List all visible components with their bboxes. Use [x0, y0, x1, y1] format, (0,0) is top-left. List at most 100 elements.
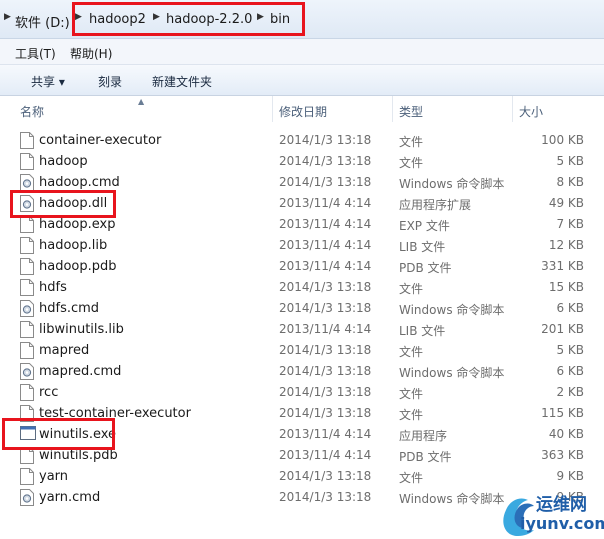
blank-file-icon [20, 447, 34, 464]
breadcrumb-arrow-icon[interactable]: ▶ [153, 12, 160, 22]
file-row[interactable]: hadoop.lib 2013/11/4 4:14 LIB 文件 12 KB [0, 235, 604, 256]
file-row[interactable]: test-container-executor 2014/1/3 13:18 文件 1… [0, 403, 604, 424]
file-row[interactable]: yarn 2014/1/3 13:18 文件 9 KB [0, 466, 604, 487]
file-type: Windows 命令脚本 [399, 492, 505, 506]
blank-file-icon [20, 216, 34, 233]
menu-help[interactable]: 帮助(H) [70, 45, 112, 62]
file-name: mapred.cmd [39, 364, 122, 379]
file-size: 15 KB [548, 280, 584, 294]
file-modified-date: 2013/11/4 4:14 [279, 427, 372, 441]
file-size: 6 KB [556, 364, 584, 378]
file-modified-date: 2014/1/3 13:18 [279, 280, 372, 294]
file-name: hdfs [39, 280, 67, 295]
file-modified-date: 2014/1/3 13:18 [279, 490, 372, 504]
file-name: mapred [39, 343, 90, 358]
column-header-size[interactable]: 大小 [519, 103, 543, 120]
file-name: hadoop.dll [39, 196, 108, 211]
blank-file-icon [20, 258, 34, 275]
file-type: 文件 [399, 471, 424, 485]
file-row[interactable]: mapred.cmd 2014/1/3 13:18 Windows 命令脚本 6 KB [0, 361, 604, 382]
file-type: LIB 文件 [399, 240, 446, 254]
file-type: Windows 命令脚本 [399, 303, 505, 317]
column-divider[interactable] [392, 96, 393, 122]
column-header-date[interactable]: 修改日期 [279, 103, 327, 120]
file-modified-date: 2013/11/4 4:14 [279, 217, 372, 231]
file-row[interactable]: hadoop.pdb 2013/11/4 4:14 PDB 文件 331 KB [0, 256, 604, 277]
file-modified-date: 2013/11/4 4:14 [279, 448, 372, 462]
blank-file-icon [20, 279, 34, 296]
cmd-script-icon [20, 300, 34, 317]
file-row[interactable]: hadoop 2014/1/3 13:18 文件 5 KB [0, 151, 604, 172]
file-modified-date: 2014/1/3 13:18 [279, 406, 372, 420]
file-row[interactable]: hadoop.exp 2013/11/4 4:14 EXP 文件 7 KB [0, 214, 604, 235]
file-modified-date: 2014/1/3 13:18 [279, 175, 372, 189]
file-type: 应用程序 [399, 429, 448, 443]
breadcrumb-drive[interactable]: 软件 (D:) [15, 12, 70, 31]
column-divider[interactable] [512, 96, 513, 122]
file-row[interactable]: winutils.pdb 2013/11/4 4:14 PDB 文件 363 KB [0, 445, 604, 466]
file-name: yarn.cmd [39, 490, 101, 505]
file-name: libwinutils.lib [39, 322, 124, 337]
blank-file-icon [20, 342, 34, 359]
file-name: rcc [39, 385, 59, 400]
column-header-name[interactable]: 名称 [20, 103, 44, 120]
file-size: 115 KB [541, 406, 584, 420]
blank-file-icon [20, 153, 34, 170]
file-name: hadoop.lib [39, 238, 108, 253]
address-bar[interactable]: ▶ 软件 (D:) ▶ hadoop2 ▶ hadoop-2.2.0 ▶ bin [0, 0, 604, 39]
file-type: 文件 [399, 135, 424, 149]
column-header-type[interactable]: 类型 [399, 103, 423, 120]
file-modified-date: 2014/1/3 13:18 [279, 385, 372, 399]
file-modified-date: 2014/1/3 13:18 [279, 301, 372, 315]
file-modified-date: 2014/1/3 13:18 [279, 133, 372, 147]
file-modified-date: 2014/1/3 13:18 [279, 154, 372, 168]
cmd-script-icon [20, 489, 34, 506]
column-headers: 名称 修改日期 类型 大小 [0, 96, 604, 122]
file-row[interactable]: rcc 2014/1/3 13:18 文件 2 KB [0, 382, 604, 403]
file-modified-date: 2013/11/4 4:14 [279, 322, 372, 336]
breadcrumb-arrow-icon[interactable]: ▶ [257, 12, 264, 22]
file-row[interactable]: hadoop.cmd 2014/1/3 13:18 Windows 命令脚本 8 KB [0, 172, 604, 193]
file-row[interactable]: hdfs 2014/1/3 13:18 文件 15 KB [0, 277, 604, 298]
breadcrumb-arrow-icon[interactable]: ▶ [75, 12, 82, 22]
file-modified-date: 2014/1/3 13:18 [279, 343, 372, 357]
file-size: 12 KB [548, 238, 584, 252]
cmd-script-icon [20, 174, 34, 191]
cmd-script-icon [20, 363, 34, 380]
command-toolbar: 共享 ▾ 刻录 新建文件夹 [0, 65, 604, 96]
breadcrumb-hadoop2[interactable]: hadoop2 [89, 12, 146, 27]
file-size: 201 KB [541, 322, 584, 336]
file-size: 100 KB [541, 133, 584, 147]
file-size: 331 KB [541, 259, 584, 273]
file-type: 文件 [399, 387, 424, 401]
file-row[interactable]: container-executor 2014/1/3 13:18 文件 100 KB [0, 130, 604, 151]
breadcrumb-hadoop-version[interactable]: hadoop-2.2.0 [166, 12, 252, 27]
menu-tools[interactable]: 工具(T) [15, 45, 56, 62]
share-button[interactable]: 共享 ▾ [31, 73, 65, 90]
exe-window-icon [20, 426, 36, 443]
file-row[interactable]: hadoop.dll 2013/11/4 4:14 应用程序扩展 49 KB [0, 193, 604, 214]
blank-file-icon [20, 237, 34, 254]
file-type: Windows 命令脚本 [399, 177, 505, 191]
file-row[interactable]: mapred 2014/1/3 13:18 文件 5 KB [0, 340, 604, 361]
file-type: 应用程序扩展 [399, 198, 472, 212]
breadcrumb-arrow-icon[interactable]: ▶ [4, 12, 11, 22]
new-folder-button[interactable]: 新建文件夹 [152, 73, 212, 90]
blank-file-icon [20, 321, 34, 338]
file-name: test-container-executor [39, 406, 191, 421]
file-type: 文件 [399, 345, 424, 359]
sort-ascending-icon: ▲ [138, 97, 145, 106]
file-modified-date: 2013/11/4 4:14 [279, 196, 372, 210]
file-type: 文件 [399, 408, 424, 422]
breadcrumb-bin[interactable]: bin [270, 12, 290, 27]
file-modified-date: 2013/11/4 4:14 [279, 238, 372, 252]
file-row[interactable]: libwinutils.lib 2013/11/4 4:14 LIB 文件 201 K… [0, 319, 604, 340]
file-type: PDB 文件 [399, 450, 452, 464]
burn-button[interactable]: 刻录 [98, 73, 122, 90]
file-row[interactable]: hdfs.cmd 2014/1/3 13:18 Windows 命令脚本 6 KB [0, 298, 604, 319]
file-name: hadoop.exp [39, 217, 116, 232]
file-name: winutils.exe [39, 427, 117, 442]
file-row[interactable]: winutils.exe 2013/11/4 4:14 应用程序 40 KB [0, 424, 604, 445]
file-type: EXP 文件 [399, 219, 450, 233]
column-divider[interactable] [272, 96, 273, 122]
